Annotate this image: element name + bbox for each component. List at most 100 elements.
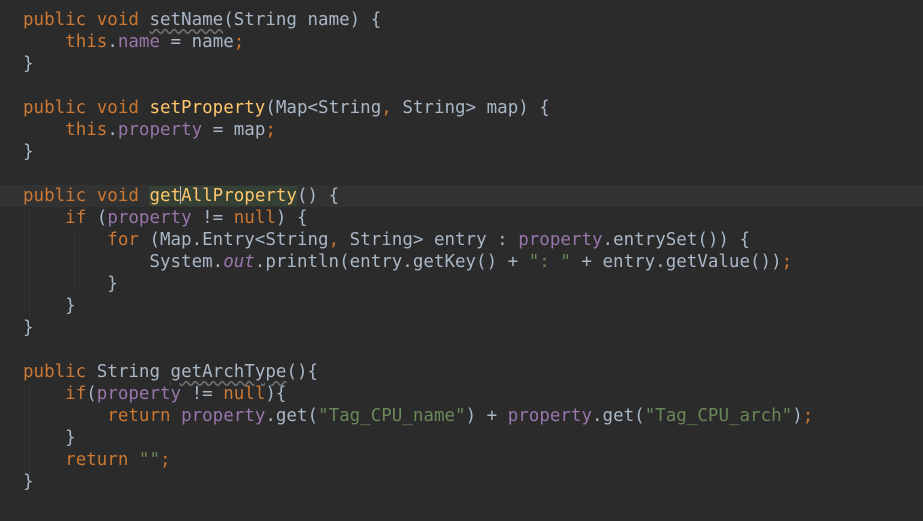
code-token: ) { <box>275 208 308 228</box>
code-token: void <box>96 10 150 30</box>
code-line[interactable]: this.property = map; <box>0 119 923 141</box>
code-text: } <box>23 273 118 295</box>
code-line[interactable]: if (property != null) { <box>0 207 923 229</box>
code-line[interactable]: public void getAllProperty() { <box>0 185 923 207</box>
code-token: get <box>149 186 182 206</box>
code-token: AllProperty <box>181 186 297 206</box>
code-token: ; <box>265 120 276 140</box>
code-line[interactable]: } <box>0 295 923 317</box>
code-token: .get( <box>592 406 645 426</box>
code-text: this.name = name; <box>23 31 244 53</box>
code-token: property <box>117 120 203 140</box>
code-text: } <box>23 427 76 449</box>
code-line[interactable]: } <box>0 471 923 493</box>
code-token: } <box>23 428 76 448</box>
code-token: setProperty <box>149 98 266 118</box>
code-editor[interactable]: public void setName(String name) { this.… <box>0 0 923 521</box>
code-token: } <box>23 274 118 294</box>
code-line[interactable]: } <box>0 317 923 339</box>
code-token: String> map) { <box>402 98 550 118</box>
code-token: ; <box>781 252 793 272</box>
code-token: != <box>191 208 234 228</box>
code-token: .println(entry.getKey() + <box>254 252 529 272</box>
code-text: for (Map.Entry<String, String> entry : p… <box>23 229 750 251</box>
code-token: property <box>181 406 266 426</box>
code-line[interactable]: } <box>0 427 923 449</box>
code-text: public String getArchType(){ <box>23 361 318 383</box>
code-token: getArchType <box>170 362 287 382</box>
code-token: if <box>65 384 87 404</box>
code-token: = name <box>160 32 234 52</box>
code-token: (Map.Entry<String <box>149 230 329 250</box>
code-token: property <box>507 406 593 426</box>
code-token: != <box>181 384 224 404</box>
code-token: null <box>233 208 276 228</box>
code-token: String> entry : <box>349 230 519 250</box>
code-text: public void setProperty(Map<String, Stri… <box>23 97 550 119</box>
code-line[interactable]: } <box>0 141 923 163</box>
code-line[interactable]: return property.get("Tag_CPU_name") + pr… <box>0 405 923 427</box>
code-token: ": " <box>528 252 571 272</box>
code-token: System. <box>23 252 224 272</box>
code-token: .get( <box>265 406 319 426</box>
code-line[interactable]: this.name = name; <box>0 31 923 53</box>
code-token: name <box>117 32 161 52</box>
code-token: (String name) { <box>223 10 382 30</box>
code-line[interactable]: public String getArchType(){ <box>0 361 923 383</box>
code-token: } <box>23 142 34 162</box>
code-token: ) <box>792 406 803 426</box>
code-token: .entrySet()) { <box>602 230 751 250</box>
code-token: public <box>23 10 97 30</box>
code-token: } <box>23 54 34 74</box>
code-line[interactable] <box>0 163 923 185</box>
code-token: } <box>23 318 34 338</box>
code-text: public void setName(String name) { <box>23 9 381 31</box>
code-token: . <box>107 120 118 140</box>
code-line[interactable] <box>0 75 923 97</box>
code-line[interactable]: public void setName(String name) { <box>0 9 923 31</box>
code-line[interactable]: } <box>0 53 923 75</box>
code-line[interactable]: System.out.println(entry.getKey() + ": "… <box>0 251 923 273</box>
code-token: "Tag_CPU_name" <box>318 406 466 426</box>
code-token: for <box>107 230 150 250</box>
code-line[interactable]: public void setProperty(Map<String, Stri… <box>0 97 923 119</box>
code-token: public <box>23 98 97 118</box>
code-token: , <box>328 230 350 250</box>
code-text: return ""; <box>23 449 170 471</box>
code-token: ; <box>802 406 814 426</box>
code-token: (Map<String <box>265 98 382 118</box>
code-line[interactable] <box>0 339 923 361</box>
code-token: public <box>23 362 97 382</box>
code-token: public <box>23 186 97 206</box>
code-token: } <box>23 472 34 492</box>
code-token: ){ <box>265 384 287 404</box>
code-text: System.out.println(entry.getKey() + ": "… <box>23 251 792 273</box>
code-token: if <box>65 208 97 228</box>
code-token: return <box>107 406 182 426</box>
code-line[interactable]: for (Map.Entry<String, String> entry : p… <box>0 229 923 251</box>
code-token: , <box>381 98 403 118</box>
code-text: } <box>23 471 34 493</box>
code-token: . <box>107 32 118 52</box>
code-token: String <box>96 362 171 382</box>
code-token: "" <box>138 450 160 470</box>
code-text: this.property = map; <box>23 119 276 141</box>
code-token: = map <box>202 120 266 140</box>
code-line[interactable]: } <box>0 273 923 295</box>
code-token: ; <box>233 32 245 52</box>
code-text: if (property != null) { <box>23 207 308 229</box>
code-token: this <box>65 120 108 140</box>
code-text: } <box>23 141 34 163</box>
code-line[interactable]: return ""; <box>0 449 923 471</box>
code-token: return <box>65 450 139 470</box>
code-token: ( <box>86 384 97 404</box>
code-line[interactable]: if(property != null){ <box>0 383 923 405</box>
code-token: } <box>23 296 76 316</box>
code-text: } <box>23 53 34 75</box>
